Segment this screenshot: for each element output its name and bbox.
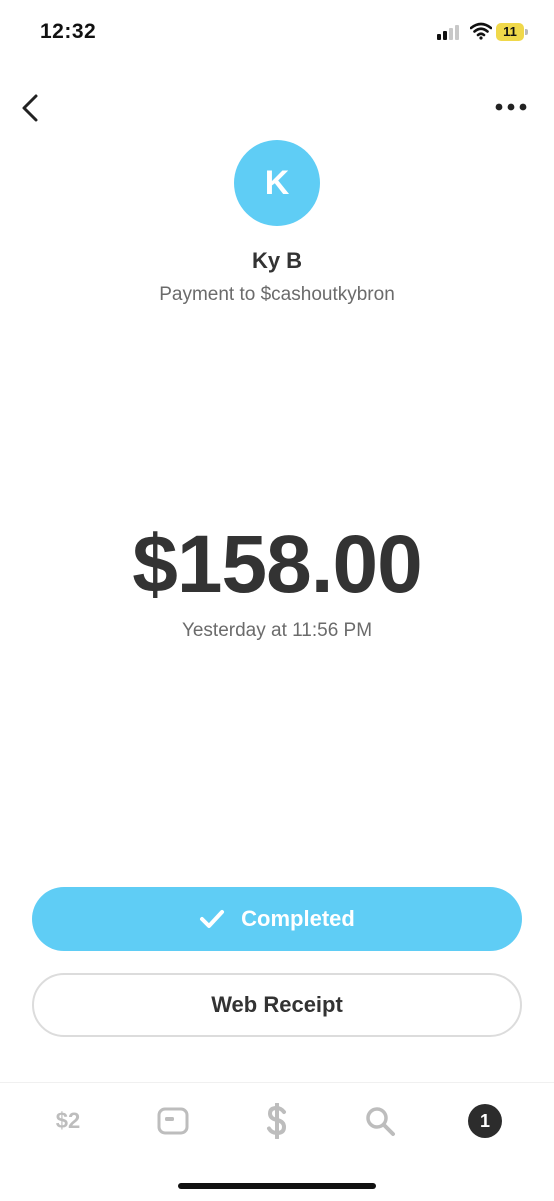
payment-timestamp: Yesterday at 11:56 PM: [181, 620, 373, 641]
chevron-left-icon: [22, 94, 38, 122]
completed-status-button[interactable]: Completed: [32, 887, 522, 951]
wifi-icon: [470, 22, 492, 40]
more-options-button[interactable]: [490, 92, 534, 122]
home-indicator: [178, 1183, 376, 1189]
recipient-name: Ky B: [251, 248, 303, 273]
web-receipt-button[interactable]: Web Receipt: [32, 973, 522, 1037]
tab-search[interactable]: [360, 1101, 400, 1141]
tab-activity[interactable]: 1: [466, 1101, 504, 1141]
search-icon: [366, 1107, 395, 1136]
tab-pay[interactable]: [258, 1101, 296, 1141]
checkmark-icon: [200, 910, 225, 928]
payment-amount: $158.00: [132, 519, 422, 610]
tab-balance[interactable]: $2: [40, 1101, 96, 1141]
cellular-signal-icon: [437, 24, 463, 40]
tab-card[interactable]: [154, 1101, 192, 1141]
payment-subtitle: Payment to $cashoutkybron: [159, 284, 395, 305]
activity-badge: 1: [468, 1104, 502, 1138]
more-horizontal-icon: [495, 103, 527, 111]
back-button[interactable]: [16, 88, 48, 128]
dollar-icon: [267, 1103, 287, 1139]
battery-icon: 11: [496, 23, 528, 41]
recipient-avatar[interactable]: K: [234, 140, 320, 226]
status-bar: 12:32 11: [0, 0, 554, 66]
completed-label: Completed: [241, 906, 355, 931]
card-icon: [157, 1107, 189, 1135]
status-time: 12:32: [40, 20, 97, 43]
battery-level: 11: [503, 24, 517, 39]
bottom-tab-bar: $2 1: [0, 1082, 554, 1201]
